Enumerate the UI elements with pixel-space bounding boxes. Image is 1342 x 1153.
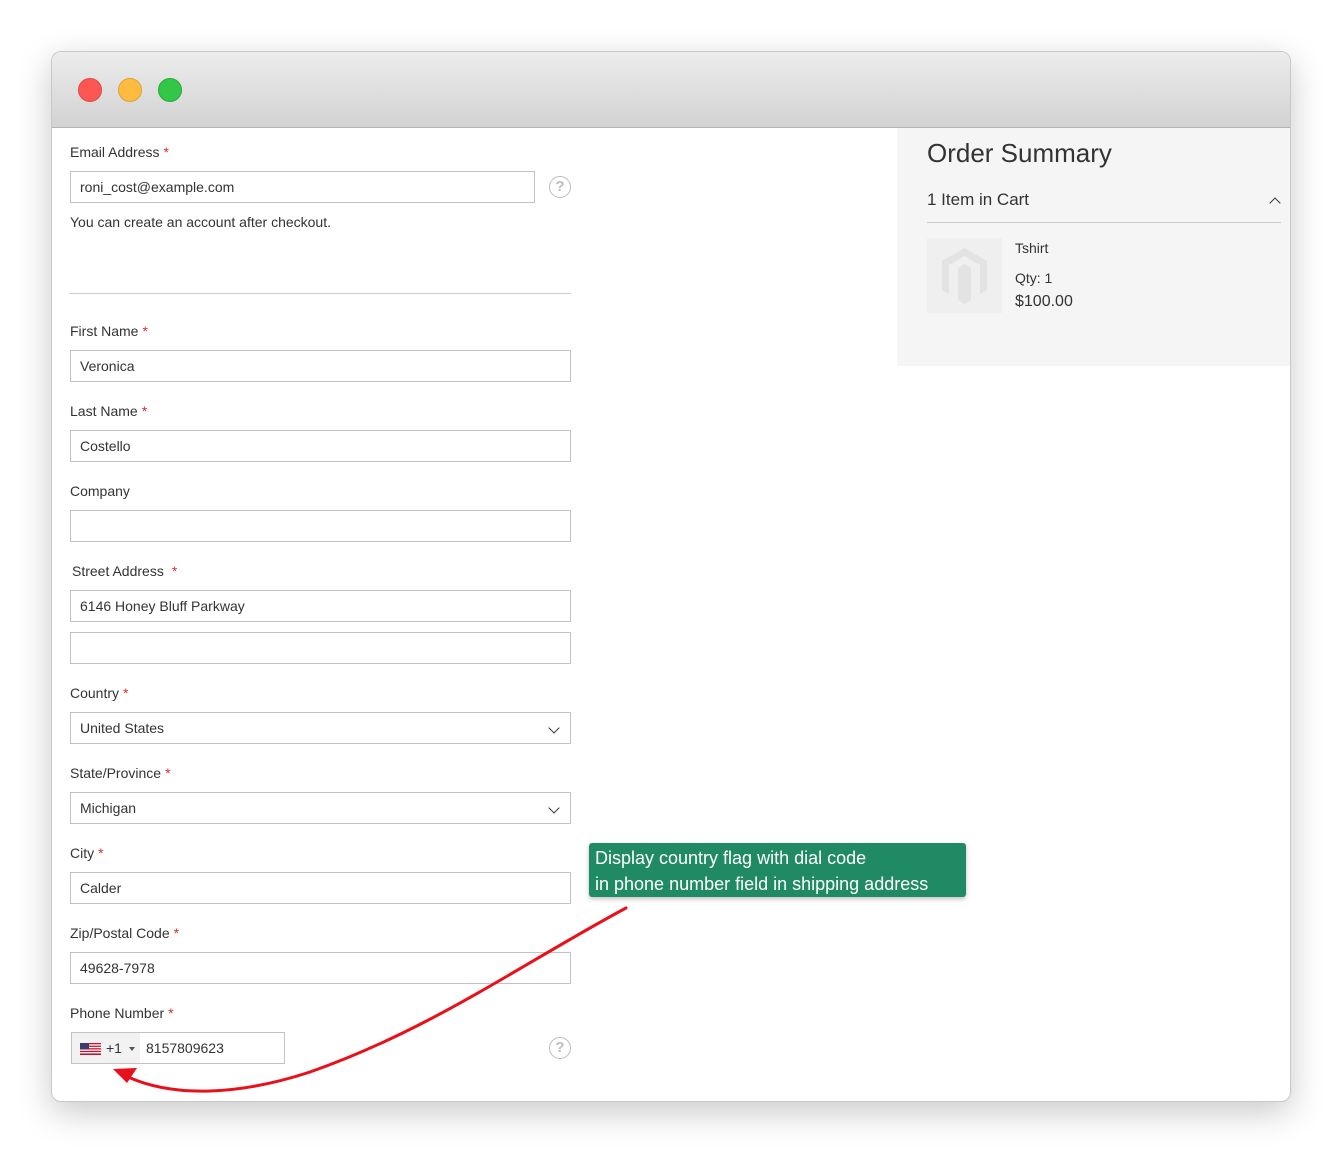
browser-window: Email Address * roni_cost@example.com ? Y…: [51, 51, 1291, 1102]
country-label: Country *: [70, 685, 129, 701]
phone-label: Phone Number *: [70, 1005, 174, 1021]
required-mark: *: [168, 1005, 174, 1021]
cart-divider: [927, 222, 1281, 223]
country-selected-value: United States: [80, 720, 165, 736]
cart-count-toggle[interactable]: 1 Item in Cart: [927, 190, 1029, 210]
order-summary: Order Summary 1 Item in Cart Tshirt Qty:…: [897, 128, 1290, 366]
chevron-down-icon: [548, 802, 560, 814]
chevron-up-icon[interactable]: [1269, 197, 1281, 209]
window-titlebar: [52, 52, 1290, 128]
email-field[interactable]: roni_cost@example.com: [70, 171, 535, 203]
section-divider: [70, 293, 571, 294]
dial-code: +1: [106, 1040, 122, 1056]
order-summary-title: Order Summary: [927, 138, 1112, 168]
required-mark: *: [98, 845, 104, 861]
city-label: City *: [70, 845, 104, 861]
required-mark: *: [123, 685, 129, 701]
country-select[interactable]: United States: [70, 712, 571, 744]
account-note: You can create an account after checkout…: [70, 214, 331, 230]
first-name-label: First Name *: [70, 323, 148, 339]
required-mark: *: [141, 403, 148, 419]
callout-line-2: in phone number field in shipping addres…: [595, 874, 929, 894]
us-flag-icon: [80, 1043, 101, 1055]
annotation-callout: Display country flag with dial code in p…: [589, 843, 966, 897]
email-label: Email Address *: [70, 144, 169, 160]
required-mark: *: [163, 144, 169, 160]
street-line2-field[interactable]: [70, 632, 571, 664]
required-mark: *: [165, 765, 171, 781]
phone-field[interactable]: +1 8157809623: [71, 1032, 285, 1064]
maximize-window-button[interactable]: [158, 78, 182, 102]
minimize-window-button[interactable]: [118, 78, 142, 102]
city-field[interactable]: Calder: [70, 872, 571, 904]
phone-number-value: 8157809623: [146, 1040, 224, 1056]
close-window-button[interactable]: [78, 78, 102, 102]
street-address-label: Street Address *: [72, 563, 178, 579]
chevron-down-icon: [548, 722, 560, 734]
item-qty: Qty: 1: [1015, 270, 1053, 286]
caret-down-icon: [129, 1047, 135, 1051]
required-mark: *: [171, 563, 178, 579]
phone-help-icon[interactable]: ?: [549, 1037, 571, 1059]
email-help-icon[interactable]: ?: [549, 176, 571, 198]
required-mark: *: [142, 323, 148, 339]
checkout-content: Email Address * roni_cost@example.com ? Y…: [52, 128, 1290, 1101]
last-name-label: Last Name *: [70, 403, 148, 419]
state-selected-value: Michigan: [80, 800, 137, 816]
company-label: Company: [70, 483, 130, 499]
first-name-field[interactable]: Veronica: [70, 350, 571, 382]
street-line1-field[interactable]: 6146 Honey Bluff Parkway: [70, 590, 571, 622]
company-field[interactable]: [70, 510, 571, 542]
zip-field[interactable]: 49628-7978: [70, 952, 571, 984]
state-label: State/Province *: [70, 765, 171, 781]
magento-logo-icon: [942, 248, 987, 304]
callout-line-1: Display country flag with dial code: [595, 848, 867, 868]
country-dial-selector[interactable]: +1: [72, 1033, 140, 1063]
zip-label: Zip/Postal Code *: [70, 925, 180, 941]
required-mark: *: [173, 925, 180, 941]
item-name: Tshirt: [1015, 240, 1049, 256]
last-name-field[interactable]: Costello: [70, 430, 571, 462]
state-select[interactable]: Michigan: [70, 792, 571, 824]
product-thumbnail: [927, 238, 1002, 313]
item-price: $100.00: [1015, 293, 1073, 310]
